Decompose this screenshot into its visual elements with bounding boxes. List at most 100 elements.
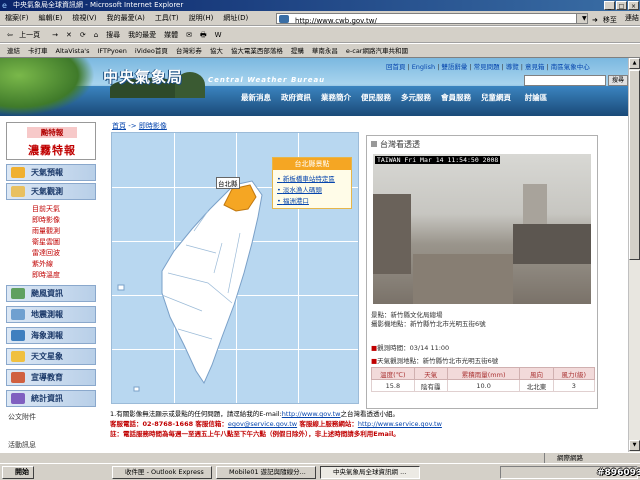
table-header-row: 溫度(℃) 天氣 累積雨量(mm) 風向 風力(級) bbox=[371, 367, 596, 380]
back-button[interactable]: ⇦ 上一頁 bbox=[3, 27, 48, 42]
scroll-thumb[interactable] bbox=[629, 70, 640, 260]
stop-button[interactable]: ✕ bbox=[62, 27, 76, 42]
camera-image[interactable]: TAIWAN Fri Mar 14 11:54:50 2008 bbox=[373, 154, 591, 304]
word-button[interactable]: W bbox=[211, 27, 226, 42]
sidebar-subitem[interactable]: 即時影像 bbox=[32, 215, 60, 225]
typhoon-report-label[interactable]: 颱特報 bbox=[27, 127, 77, 138]
web-page: 中央氣象局 Central Weather Bureau 回首頁 | English… bbox=[0, 58, 628, 452]
menu-view[interactable]: 檢視(V) bbox=[67, 11, 101, 25]
print-button[interactable]: 🖶 bbox=[196, 27, 211, 42]
fog-report-label[interactable]: 濃霧特報 bbox=[15, 142, 89, 158]
maximize-button[interactable]: □ bbox=[616, 1, 627, 10]
main-nav: 最新消息 政府資訊 業務簡介 便民服務 多元服務 會員服務 兒童網頁 討論區 bbox=[236, 92, 556, 103]
favorites-button[interactable]: 我的最愛 bbox=[124, 27, 160, 42]
sidebar-item-forecast[interactable]: 天氣預報 bbox=[6, 164, 96, 181]
sidebar-item-statistics[interactable]: 統計資訊 bbox=[6, 390, 96, 407]
close-button[interactable]: × bbox=[628, 1, 639, 10]
toplink[interactable]: English bbox=[410, 63, 437, 71]
site-banner: 中央氣象局 Central Weather Bureau 回首頁 | English… bbox=[0, 58, 628, 116]
link-item[interactable]: 提購 bbox=[287, 44, 308, 57]
menu-help[interactable]: 說明(H) bbox=[184, 11, 219, 25]
nav-item[interactable]: 會員服務 bbox=[436, 92, 476, 103]
link-item[interactable]: 華南永昌 bbox=[308, 44, 342, 57]
sidebar-item-observation[interactable]: 天氣觀測 bbox=[6, 183, 96, 200]
task-mobile01[interactable]: Mobile01 遊記與隨線分... bbox=[216, 466, 316, 479]
breadcrumb-current[interactable]: 即時影像 bbox=[139, 122, 167, 130]
nav-item[interactable]: 業務簡介 bbox=[316, 92, 356, 103]
special-report-box[interactable]: 颱特報 濃霧特報 bbox=[6, 122, 96, 160]
nav-item[interactable]: 討論區 bbox=[516, 92, 556, 103]
task-ie[interactable]: 中央氣象局全球資訊網 ... bbox=[320, 466, 420, 479]
link-item[interactable]: 協大 bbox=[206, 44, 227, 57]
home-button[interactable]: ⌂ bbox=[90, 27, 102, 42]
menu-file[interactable]: 檔案(F) bbox=[0, 11, 34, 25]
sidebar-link-docs[interactable]: 公文附件 bbox=[8, 412, 36, 422]
nav-item[interactable]: 最新消息 bbox=[236, 92, 276, 103]
popup-link[interactable]: • 福洲港口 bbox=[277, 195, 309, 205]
sidebar-subitem[interactable]: 即時溫度 bbox=[32, 270, 60, 280]
scroll-down-arrow[interactable]: ▼ bbox=[629, 440, 640, 451]
sidebar-item-education[interactable]: 宣導教育 bbox=[6, 369, 96, 386]
sidebar-subitem[interactable]: 目前天氣 bbox=[32, 204, 60, 214]
sidebar-subitem[interactable]: 紫外線 bbox=[32, 259, 53, 269]
toplink[interactable]: 導覽 bbox=[504, 63, 521, 71]
toplink[interactable]: 意見箱 bbox=[523, 63, 547, 71]
nav-item[interactable]: 多元服務 bbox=[396, 92, 436, 103]
link-item[interactable]: AltaVista's bbox=[52, 44, 94, 57]
menu-edit[interactable]: 編輯(E) bbox=[34, 11, 68, 25]
refresh-button[interactable]: ⟳ bbox=[76, 27, 90, 42]
address-bar[interactable]: http://www.cwb.gov.tw/ ▼ bbox=[276, 13, 588, 25]
start-button[interactable]: 開始 bbox=[2, 466, 34, 479]
breadcrumb-home[interactable]: 首頁 bbox=[112, 122, 126, 130]
toplink[interactable]: 常見問題 bbox=[472, 63, 502, 71]
link-item[interactable]: IFTPyoen bbox=[94, 44, 131, 57]
media-button[interactable]: 媒體 bbox=[160, 27, 182, 42]
link-item[interactable]: 卡打車 bbox=[24, 44, 52, 57]
sidebar-subitem[interactable]: 雷達回波 bbox=[32, 248, 60, 258]
search-button[interactable]: 搜尋 bbox=[102, 27, 124, 42]
task-outlook[interactable]: 收件匣 - Outlook Express bbox=[112, 466, 212, 479]
sidebar-item-earthquake[interactable]: 地震測報 bbox=[6, 306, 96, 323]
vertical-scrollbar[interactable]: ▲ ▼ bbox=[628, 58, 640, 452]
search-input[interactable] bbox=[524, 75, 606, 86]
sidebar-subitem[interactable]: 雨量觀測 bbox=[32, 226, 60, 236]
nav-item[interactable]: 便民服務 bbox=[356, 92, 396, 103]
menu-favorites[interactable]: 我的最愛(A) bbox=[102, 11, 150, 25]
link-item[interactable]: e-car網路汽車共和國 bbox=[342, 44, 412, 57]
notes-link[interactable]: http://www.gov.tw bbox=[282, 410, 341, 418]
nav-item[interactable]: 兒童網頁 bbox=[476, 92, 516, 103]
links-label: 連結 bbox=[625, 14, 639, 22]
sidebar-item-astronomy[interactable]: 天文星象 bbox=[6, 348, 96, 365]
toplink[interactable]: 回首頁 bbox=[384, 63, 408, 71]
toplink[interactable]: 雙語辭彙 bbox=[439, 63, 469, 71]
mail-button[interactable]: ✉ bbox=[182, 27, 196, 42]
observation-station: ■天氣觀測地點：新竹縣竹北市光明五街6號 bbox=[371, 357, 499, 365]
scroll-up-arrow[interactable]: ▲ bbox=[629, 58, 640, 69]
tray-clock: #896093 bbox=[597, 468, 640, 478]
go-button[interactable]: ➜ 移至 bbox=[592, 13, 622, 24]
menu-tools[interactable]: 工具(T) bbox=[150, 11, 184, 25]
link-item[interactable]: 協大電業西部落格 bbox=[227, 44, 287, 57]
status-bar: 網際網路 bbox=[0, 452, 640, 464]
sidebar-link-events[interactable]: 活動訊息 bbox=[8, 440, 36, 450]
popup-link[interactable]: • 淡水漁人碼頭 bbox=[277, 184, 322, 194]
minimize-button[interactable]: _ bbox=[604, 1, 615, 10]
link-item[interactable]: 台灣彩券 bbox=[172, 44, 206, 57]
site-logo[interactable]: 中央氣象局 bbox=[103, 66, 183, 87]
camera-caption-location: 攝影機地點：新竹縣竹北市光明五街6號 bbox=[371, 320, 486, 328]
camera-heading: 台灣看透透 bbox=[371, 139, 420, 150]
service-link[interactable]: http://www.service.gov.tw bbox=[358, 420, 442, 428]
sidebar-item-typhoon[interactable]: 颱風資訊 bbox=[6, 285, 96, 302]
sidebar-subitem[interactable]: 衛星雲圖 bbox=[32, 237, 60, 247]
search-submit-button[interactable]: 搜尋 bbox=[608, 75, 628, 86]
link-item[interactable]: iVideo首頁 bbox=[131, 44, 172, 57]
nav-item[interactable]: 政府資訊 bbox=[276, 92, 316, 103]
sidebar-item-marine[interactable]: 海象測報 bbox=[6, 327, 96, 344]
forward-button[interactable]: → bbox=[48, 27, 62, 42]
popup-link[interactable]: • 新板橋車站特定區 bbox=[277, 173, 335, 183]
chevron-down-icon[interactable]: ▼ bbox=[576, 14, 587, 23]
email-link[interactable]: egov@service.gov.tw bbox=[228, 420, 297, 428]
camera-timestamp: TAIWAN Fri Mar 14 11:54:50 2008 bbox=[375, 156, 501, 164]
taskbar: 開始 收件匣 - Outlook Express Mobile01 遊記與隨線分… bbox=[0, 463, 640, 480]
toplink[interactable]: 南區氣象中心 bbox=[549, 63, 592, 71]
